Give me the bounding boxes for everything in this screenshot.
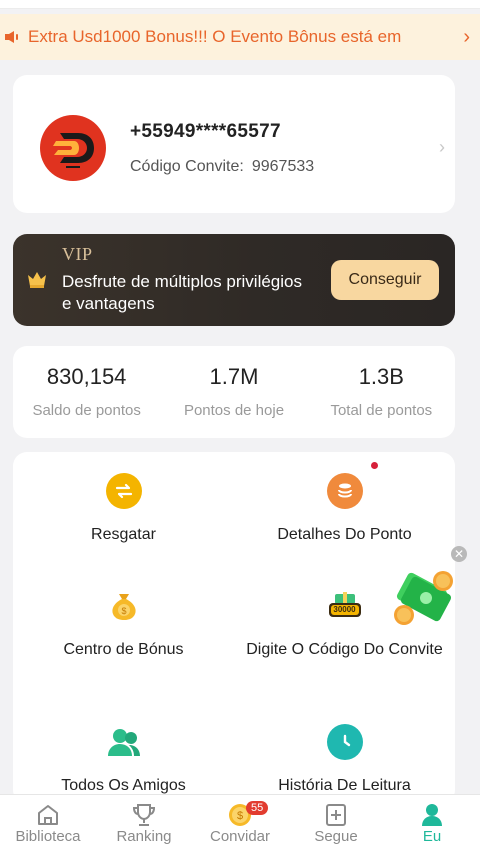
grid-item-label: Centro de Bónus: [63, 641, 184, 658]
invite-badge: 55: [246, 801, 269, 815]
banner-chevron-icon: ›: [463, 25, 470, 48]
stat-balance[interactable]: 830,154 Saldo de pontos: [13, 346, 160, 438]
trophy-icon: [131, 803, 157, 827]
money-reward-icon[interactable]: [392, 566, 458, 632]
grid-item-label: História De Leitura: [278, 777, 411, 794]
gift-amount: 30000: [333, 605, 356, 614]
invite-code-label: Código Convite:: [130, 158, 244, 175]
vip-card[interactable]: VIP Desfrute de múltiplos privilégios e …: [13, 234, 455, 326]
add-book-icon: [323, 803, 349, 827]
profile-card[interactable]: +55949****65577 Código Convite: 9967533 ›: [13, 75, 455, 213]
vip-title: VIP: [62, 244, 93, 264]
features-grid: Resgatar Detalhes Do Ponto $ Centro de B…: [13, 452, 455, 804]
stat-value: 830,154: [46, 364, 127, 389]
user-icon: [419, 803, 445, 827]
nav-label: Ranking: [116, 828, 172, 845]
money-bag-icon: $: [106, 588, 142, 624]
stat-label: Saldo de pontos: [32, 402, 141, 419]
friends-icon: [106, 724, 142, 760]
stat-label: Total de pontos: [330, 402, 433, 419]
home-icon: [35, 803, 61, 827]
nav-label: Eu: [422, 828, 442, 845]
phone-number: +55949****65577: [130, 121, 281, 142]
grid-item-reading-history[interactable]: História De Leitura: [234, 724, 455, 796]
stat-today[interactable]: 1.7M Pontos de hoje: [160, 346, 307, 438]
grid-item-point-details[interactable]: Detalhes Do Ponto: [234, 473, 455, 545]
banner-text: Extra Usd1000 Bonus!!! O Evento Bônus es…: [28, 27, 402, 46]
close-float-icon[interactable]: ✕: [451, 546, 467, 562]
clock-icon: [326, 724, 363, 760]
grid-item-bonus-center[interactable]: $ Centro de Bónus: [13, 588, 234, 660]
invite-code-row: Código Convite: 9967533: [130, 158, 314, 176]
stat-value: 1.3B: [358, 364, 404, 389]
exchange-icon: [105, 473, 142, 509]
speaker-icon: [4, 29, 22, 45]
svg-text:$: $: [121, 606, 126, 616]
coin-stack-icon: [326, 473, 363, 509]
announcement-banner[interactable]: Extra Usd1000 Bonus!!! O Evento Bônus es…: [0, 14, 480, 60]
gift-30000-icon: 30000: [327, 588, 363, 624]
avatar: [40, 115, 106, 181]
nav-label: Segue: [314, 828, 358, 845]
bottom-nav: Biblioteca Ranking $ 55 Convidar Segue E…: [0, 794, 480, 854]
nav-label: Convidar: [209, 828, 271, 845]
grid-item-label: Todos Os Amigos: [61, 777, 186, 794]
grid-item-all-friends[interactable]: Todos Os Amigos: [13, 724, 234, 796]
nav-item-invite[interactable]: $ 55 Convidar: [192, 795, 288, 854]
nav-item-me[interactable]: Eu: [384, 795, 480, 854]
nav-item-library[interactable]: Biblioteca: [0, 795, 96, 854]
nav-item-ranking[interactable]: Ranking: [96, 795, 192, 854]
profile-chevron-icon: ›: [439, 137, 445, 157]
grid-item-redeem[interactable]: Resgatar: [13, 473, 234, 545]
points-stats: 830,154 Saldo de pontos 1.7M Pontos de h…: [13, 346, 455, 438]
stat-total[interactable]: 1.3B Total de pontos: [308, 346, 455, 438]
crown-icon: [26, 269, 48, 289]
notification-dot: [371, 462, 378, 469]
stat-value: 1.7M: [209, 364, 259, 389]
vip-description: Desfrute de múltiplos privilégios e vant…: [62, 272, 302, 313]
grid-item-label: Digite O Código Do Convite: [246, 641, 443, 658]
stat-label: Pontos de hoje: [183, 402, 285, 419]
svg-text:$: $: [237, 810, 243, 822]
grid-item-label: Resgatar: [91, 526, 156, 543]
vip-get-button[interactable]: Conseguir: [331, 260, 439, 300]
nav-label: Biblioteca: [15, 828, 81, 845]
status-strip: [0, 0, 480, 9]
nav-item-follow[interactable]: Segue: [288, 795, 384, 854]
invite-code-value: 9967533: [251, 158, 315, 175]
grid-item-label: Detalhes Do Ponto: [277, 526, 412, 543]
